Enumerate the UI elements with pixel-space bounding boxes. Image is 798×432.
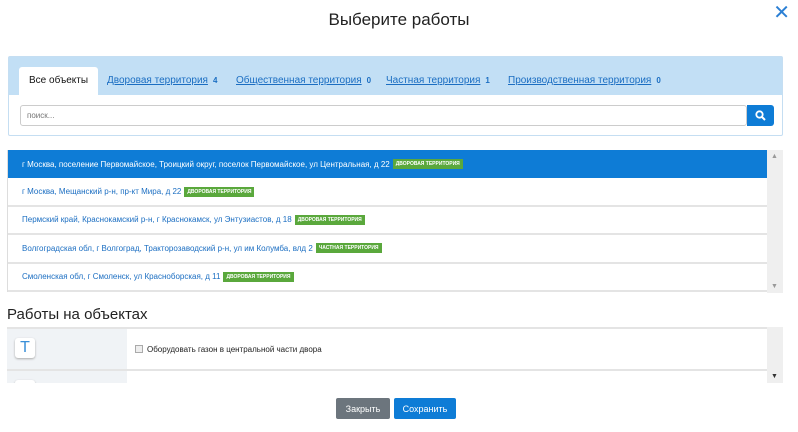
- work-icon-cell: T: [7, 329, 127, 369]
- territory-badge: Дворовая территория: [223, 271, 294, 282]
- object-row[interactable]: г Москва, Мещанский р-н, пр-кт Мира, д 2…: [8, 178, 767, 207]
- territory-badge: Частная территория: [315, 243, 382, 254]
- tab-all-objects[interactable]: Все объекты: [19, 67, 99, 95]
- work-checkbox[interactable]: [135, 345, 143, 353]
- territory-badge: Дворовая территория: [294, 214, 365, 225]
- work-row: [7, 371, 767, 383]
- object-list: г Москва, поселение Первомайское, Троицк…: [7, 150, 767, 292]
- tab-label: Производственная территория: [508, 75, 652, 86]
- work-icon: [15, 380, 35, 383]
- tab-yard-territory[interactable]: Дворовая территория 4: [107, 67, 217, 95]
- search-icon: [755, 110, 766, 121]
- object-address: г Москва, поселение Первомайское, Троицк…: [22, 159, 390, 169]
- tab-industrial-territory[interactable]: Производственная территория 0: [508, 67, 661, 95]
- work-label: Оборудовать газон в центральной части дв…: [147, 344, 322, 354]
- tab-label: Частная территория: [386, 75, 481, 86]
- territory-badge: Дворовая территория: [392, 159, 463, 170]
- scroll-down-icon[interactable]: ▼: [771, 283, 778, 290]
- works-scrollbar[interactable]: ▼: [767, 327, 783, 383]
- object-address: Волгоградская обл, г Волгоград, Тракторо…: [22, 243, 313, 253]
- scroll-up-icon[interactable]: ▲: [771, 153, 778, 160]
- object-row[interactable]: г Москва, поселение Первомайское, Троицк…: [8, 150, 767, 179]
- tab-label: Все объекты: [29, 75, 89, 86]
- object-row[interactable]: Пермский край, Краснокамский р-н, г Крас…: [8, 207, 767, 236]
- object-row[interactable]: Смоленская обл, г Смоленск, ул Краснобор…: [8, 264, 767, 292]
- object-address: Пермский край, Краснокамский р-н, г Крас…: [22, 215, 292, 225]
- object-address: Смоленская обл, г Смоленск, ул Краснобор…: [22, 272, 221, 282]
- object-list-scrollbar[interactable]: ▲ ▼: [767, 150, 783, 293]
- save-button[interactable]: Сохранить: [394, 398, 456, 419]
- works-table: T Оборудовать газон в центральной части …: [7, 327, 767, 383]
- close-icon[interactable]: ✕: [773, 0, 790, 25]
- tab-private-territory[interactable]: Частная территория 1: [386, 67, 490, 95]
- tab-count: 4: [212, 76, 218, 85]
- work-row: T Оборудовать газон в центральной части …: [7, 329, 767, 371]
- tab-count: 1: [485, 76, 490, 85]
- filter-panel: Все объекты Дворовая территория 4 Обществ…: [8, 56, 783, 136]
- search-input[interactable]: [20, 105, 747, 126]
- tab-label: Общественная территория: [236, 75, 362, 86]
- work-item[interactable]: Оборудовать газон в центральной части дв…: [127, 329, 322, 369]
- close-button[interactable]: Закрыть: [336, 398, 390, 419]
- tab-label: Дворовая территория: [107, 75, 208, 86]
- tab-bar: Все объекты Дворовая территория 4 Обществ…: [9, 57, 782, 95]
- works-heading: Работы на объектах: [7, 306, 148, 323]
- object-row[interactable]: Волгоградская обл, г Волгоград, Тракторо…: [8, 235, 767, 264]
- scroll-down-icon[interactable]: ▼: [771, 373, 778, 380]
- tab-count: 0: [366, 76, 372, 85]
- territory-badge: Дворовая территория: [184, 186, 255, 197]
- object-address: г Москва, Мещанский р-н, пр-кт Мира, д 2…: [22, 187, 182, 197]
- tab-public-territory[interactable]: Общественная территория 0: [236, 67, 371, 95]
- search-button[interactable]: [747, 105, 774, 126]
- work-icon-cell: [7, 371, 127, 383]
- text-cursor-icon: T: [15, 338, 35, 358]
- tab-count: 0: [656, 76, 661, 85]
- dialog-title: Выберите работы: [328, 10, 470, 29]
